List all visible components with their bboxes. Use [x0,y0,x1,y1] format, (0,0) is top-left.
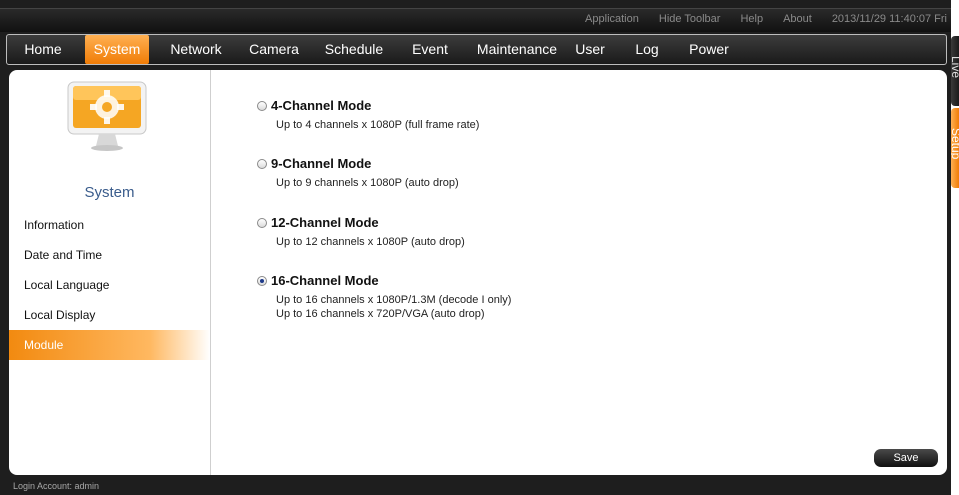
nav-network[interactable]: Network [167,35,225,64]
mode-4-label: 4-Channel Mode [271,98,372,113]
mode-16-desc-2: Up to 16 channels x 720P/VGA (auto drop) [276,308,485,320]
toolbar-link-application[interactable]: Application [585,13,639,25]
module-content: 4-Channel Mode Up to 4 channels x 1080P … [210,70,947,475]
mode-16-radio-row[interactable]: 16-Channel Mode [257,273,511,288]
tab-live[interactable]: Live [951,36,959,106]
app-frame: Application Hide Toolbar Help About 2013… [0,0,951,495]
mode-4-desc: Up to 4 channels x 1080P (full frame rat… [276,119,480,131]
mode-option-4: 4-Channel Mode Up to 4 channels x 1080P … [257,98,479,132]
mode-12-radio-row[interactable]: 12-Channel Mode [257,215,465,230]
main-nav: Home System Network Camera Schedule Even… [6,34,947,65]
mode-12-desc: Up to 12 channels x 1080P (auto drop) [276,236,465,248]
mode-4-radio-row[interactable]: 4-Channel Mode [257,98,479,113]
mode-12-label: 12-Channel Mode [271,215,379,230]
mode-9-radio[interactable] [257,158,267,169]
mode-option-16: 16-Channel Mode Up to 16 channels x 1080… [257,273,511,321]
save-button[interactable]: Save [874,449,938,467]
top-toolbar: Application Hide Toolbar Help About 2013… [0,8,951,32]
nav-power[interactable]: Power [687,35,731,64]
system-sidebar: System Information Date and Time Local L… [9,70,210,475]
login-status: Login Account: admin [13,481,100,491]
mode-16-label: 16-Channel Mode [271,273,379,288]
sidebar-item-local-display[interactable]: Local Display [9,300,210,330]
mode-option-9: 9-Channel Mode Up to 9 channels x 1080P … [257,156,459,190]
nav-user[interactable]: User [573,35,607,64]
sidebar-item-information[interactable]: Information [9,210,210,240]
mode-16-desc-1: Up to 16 channels x 1080P/1.3M (decode I… [276,294,512,306]
mode-9-label: 9-Channel Mode [271,156,372,171]
mode-4-radio[interactable] [257,100,267,111]
toolbar-datetime: 2013/11/29 11:40:07 Fri [831,13,947,25]
sidebar-item-local-language[interactable]: Local Language [9,270,210,300]
sidebar-title: System [84,184,135,201]
mode-9-desc: Up to 9 channels x 1080P (auto drop) [276,177,459,189]
nav-log[interactable]: Log [633,35,661,64]
mode-12-radio[interactable] [257,217,267,228]
tab-live-label: Live [951,56,959,79]
mode-9-radio-row[interactable]: 9-Channel Mode [257,156,459,171]
mode-option-12: 12-Channel Mode Up to 12 channels x 1080… [257,215,465,249]
tab-setup[interactable]: Setup [951,108,959,188]
toolbar-link-hide-toolbar[interactable]: Hide Toolbar [659,13,721,25]
nav-schedule[interactable]: Schedule [323,35,385,64]
mode-16-radio[interactable] [257,275,267,286]
toolbar-link-help[interactable]: Help [740,13,763,25]
sidebar-item-module[interactable]: Module [9,330,210,360]
toolbar-links: Application Hide Toolbar Help About 2013… [565,13,947,25]
nav-system[interactable]: System [85,35,149,64]
monitor-gear-icon [67,81,147,151]
sidebar-item-date-and-time[interactable]: Date and Time [9,240,210,270]
nav-camera[interactable]: Camera [247,35,301,64]
nav-event[interactable]: Event [409,35,451,64]
tab-setup-label: Setup [951,128,959,160]
nav-maintenance[interactable]: Maintenance [473,35,561,64]
nav-home[interactable]: Home [21,35,65,64]
toolbar-link-about[interactable]: About [783,13,812,25]
